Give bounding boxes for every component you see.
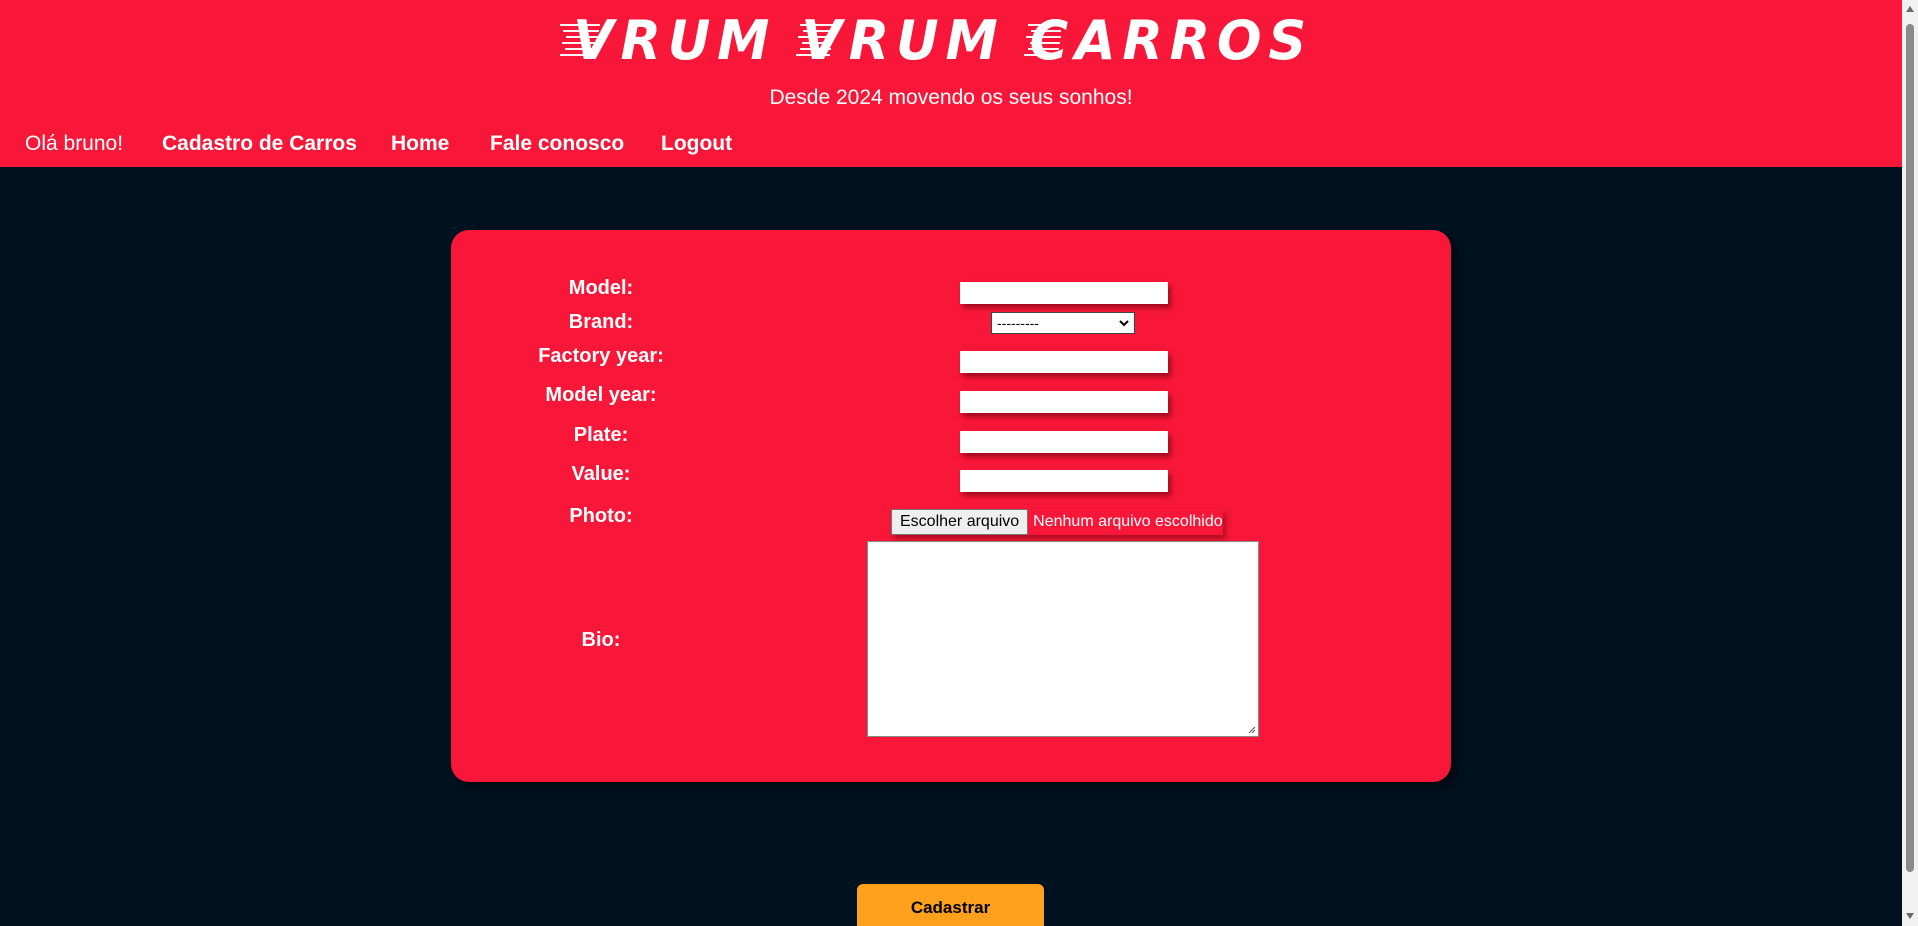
triangle-down-icon[interactable] (1905, 912, 1915, 920)
value-input[interactable] (960, 470, 1168, 492)
model-year-input[interactable] (960, 391, 1168, 413)
model-input[interactable] (960, 282, 1168, 304)
chevron-down-icon (1119, 320, 1129, 327)
page-scrollbar[interactable] (1902, 0, 1918, 926)
page: VRUM VRUM CARROS Desde 2024 movendo os s… (0, 0, 1918, 926)
triangle-up-icon[interactable] (1905, 5, 1915, 13)
choose-file-button[interactable]: Escolher arquivo (891, 509, 1029, 535)
nav-link-home[interactable]: Home (391, 132, 449, 156)
site-header: VRUM VRUM CARROS Desde 2024 movendo os s… (0, 0, 1902, 167)
plate-label: Plate: (573, 424, 629, 446)
nav-link-logout[interactable]: Logout (661, 132, 732, 156)
factory-year-label: Factory year: (538, 345, 664, 367)
submit-button[interactable]: Cadastrar (857, 884, 1044, 926)
plate-input[interactable] (960, 431, 1168, 453)
brand-select-value: --------- (997, 315, 1039, 331)
photo-file-input[interactable]: Escolher arquivo Nenhum arquivo escolhid… (891, 509, 1223, 535)
nav-link-cadastro-de-carros[interactable]: Cadastro de Carros (162, 132, 357, 156)
brand-label: Brand: (568, 311, 634, 333)
value-label: Value: (571, 463, 631, 485)
scroll-thumb[interactable] (1906, 24, 1914, 872)
brand-select[interactable]: --------- (991, 312, 1135, 334)
model-label: Model: (568, 277, 634, 299)
photo-label: Photo: (569, 505, 633, 527)
site-logo: VRUM VRUM CARROS (560, 10, 1313, 70)
resize-grip-icon[interactable] (1248, 726, 1256, 734)
car-registration-form: Model: Brand: --------- Factory year: Mo… (451, 230, 1451, 782)
factory-year-input[interactable] (960, 351, 1168, 373)
logo-text: VRUM VRUM CARROS (573, 10, 1313, 70)
file-status-text: Nenhum arquivo escolhido (1033, 513, 1223, 530)
nav-link-fale-conosco[interactable]: Fale conosco (490, 132, 624, 156)
bio-textarea[interactable] (867, 541, 1259, 737)
bio-label: Bio: (581, 629, 621, 651)
user-greeting: Olá bruno! (25, 132, 124, 155)
model-year-label: Model year: (545, 384, 657, 406)
site-tagline: Desde 2024 movendo os seus sonhos! (769, 86, 1133, 109)
